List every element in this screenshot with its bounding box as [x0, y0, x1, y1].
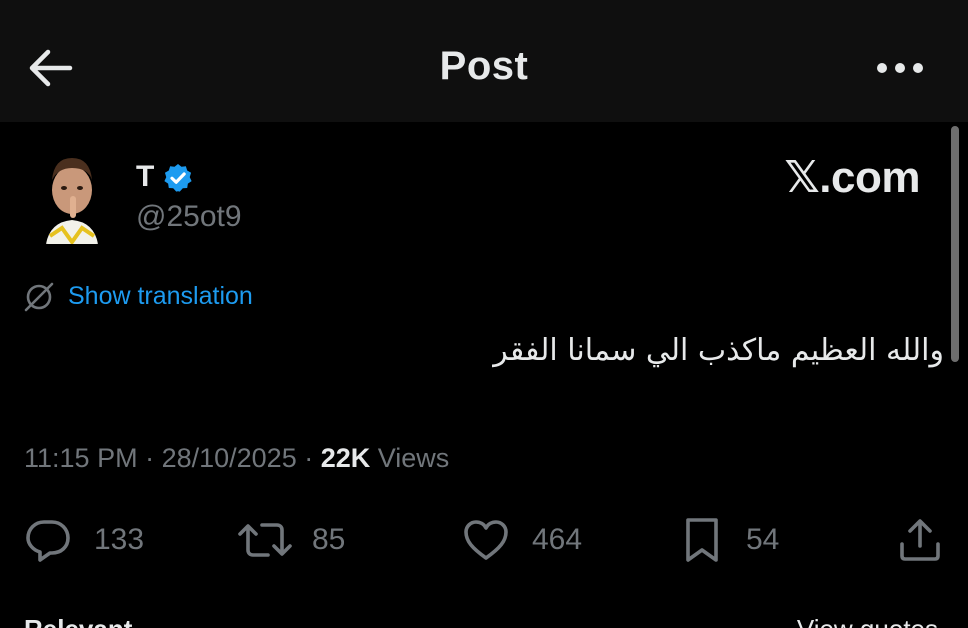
show-translation-link[interactable]: Show translation: [68, 282, 253, 311]
tweet-text: والله العظيم ماكذب الي سمانا الفقر: [493, 333, 944, 368]
scrollbar[interactable]: [951, 126, 959, 362]
author-handle[interactable]: @25ot9: [136, 200, 242, 234]
repost-icon: [238, 523, 292, 557]
more-button[interactable]: [872, 50, 928, 86]
action-bar: 133 85 464 54: [0, 510, 968, 570]
repost-button[interactable]: 85: [236, 510, 345, 570]
watermark: 𝕏.com: [784, 153, 920, 202]
post-meta: 11:15 PM · 28/10/2025 · 22K Views: [24, 443, 449, 474]
reply-icon: [26, 520, 70, 562]
verified-badge-icon: [164, 164, 192, 192]
post-page: Post T @25ot9 𝕏.com Show translation وال…: [0, 0, 968, 628]
page-title: Post: [439, 44, 529, 88]
share-button[interactable]: [896, 510, 944, 570]
top-bar: Post: [0, 0, 968, 122]
relevant-filter[interactable]: Relevant: [24, 614, 132, 628]
reply-count: 133: [94, 523, 145, 556]
like-count: 464: [532, 523, 583, 556]
heart-icon: [464, 520, 508, 560]
post-time: 11:15 PM: [24, 443, 138, 473]
reply-button[interactable]: 133: [24, 510, 144, 570]
more-horizontal-icon: [877, 63, 923, 73]
meta-separator: ·: [137, 443, 162, 473]
bookmark-button[interactable]: 54: [680, 510, 779, 570]
footer-peek: Relevant View quotes: [0, 600, 968, 628]
like-button[interactable]: 464: [462, 510, 582, 570]
bookmark-icon: [686, 518, 718, 562]
views-count[interactable]: 22K: [321, 443, 371, 473]
bookmark-count: 54: [746, 523, 780, 556]
avatar[interactable]: [40, 152, 104, 244]
views-label: Views: [370, 443, 450, 473]
globe-slash-icon: [24, 282, 54, 312]
meta-separator: ·: [296, 443, 321, 473]
author-name[interactable]: T: [136, 160, 154, 194]
repost-count: 85: [312, 523, 346, 556]
avatar-image: [40, 152, 104, 244]
post-date: 28/10/2025: [161, 443, 297, 473]
view-quotes-link[interactable]: View quotes: [797, 614, 938, 628]
share-icon: [900, 519, 940, 561]
